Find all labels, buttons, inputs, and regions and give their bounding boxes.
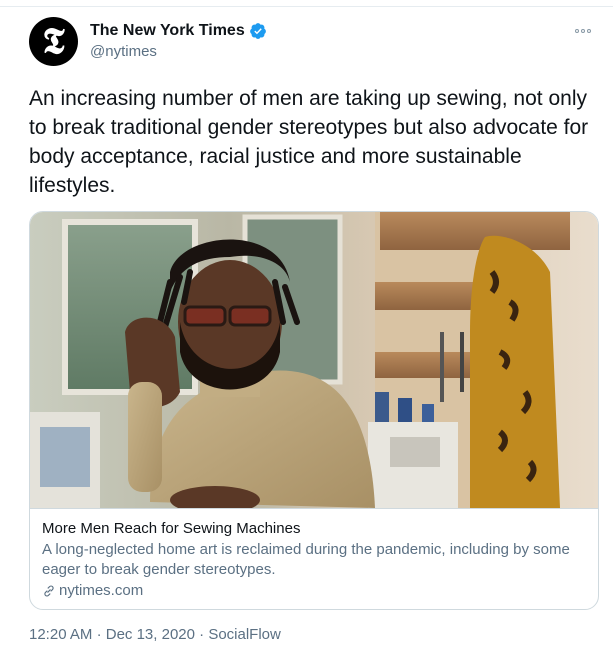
card-title[interactable]: More Men Reach for Sewing Machines (42, 519, 586, 539)
card-image[interactable] (30, 212, 598, 508)
meta-separator: · (96, 626, 102, 643)
link-icon (44, 585, 54, 597)
card-domain-row[interactable]: nytimes.com (42, 581, 586, 601)
tweet[interactable]: 𝕿 The New York Times @nytimes An increas… (0, 0, 613, 650)
handle[interactable]: @nytimes (90, 43, 157, 60)
tweet-source[interactable]: SocialFlow (208, 626, 281, 643)
meta-separator: · (199, 626, 205, 643)
tweet-time[interactable]: 12:20 AM (29, 626, 92, 643)
card-info[interactable]: More Men Reach for Sewing Machines A lon… (30, 508, 598, 601)
author-name-row[interactable]: The New York Times (90, 22, 267, 40)
tweet-meta: 12:20 AM · Dec 13, 2020 · SocialFlow (29, 626, 281, 643)
divider (0, 6, 613, 7)
nyt-logo-icon: 𝕿 (42, 19, 65, 62)
display-name[interactable]: The New York Times (90, 22, 245, 40)
link-card[interactable]: More Men Reach for Sewing Machines A lon… (29, 211, 599, 610)
more-icon[interactable] (575, 25, 597, 37)
card-domain[interactable]: nytimes.com (59, 581, 143, 601)
avatar[interactable]: 𝕿 (29, 17, 78, 66)
tweet-text: An increasing number of men are taking u… (29, 87, 589, 197)
verified-badge-icon (249, 23, 266, 39)
tweet-date[interactable]: Dec 13, 2020 (106, 626, 195, 643)
card-description: A long-neglected home art is reclaimed d… (42, 541, 570, 578)
